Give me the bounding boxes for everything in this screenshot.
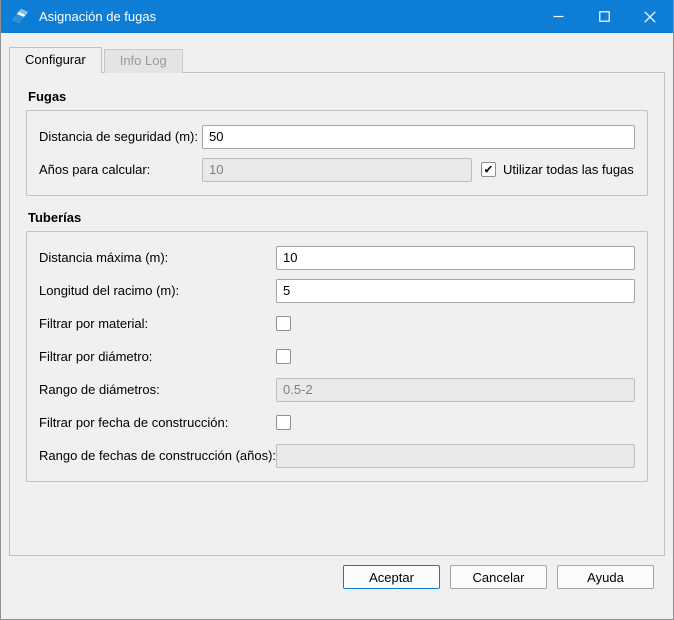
cancelar-button[interactable]: Cancelar bbox=[450, 565, 547, 589]
maximize-button[interactable] bbox=[581, 0, 627, 33]
minimize-button[interactable] bbox=[535, 0, 581, 33]
window-controls bbox=[535, 0, 673, 33]
anos-calcular-input bbox=[202, 158, 472, 182]
close-button[interactable] bbox=[627, 0, 673, 33]
minimize-icon bbox=[553, 11, 564, 22]
dialog-asignacion-de-fugas: Asignación de fugas Configurar I bbox=[0, 0, 674, 620]
row-filtrar-material: Filtrar por material: bbox=[39, 311, 635, 336]
rango-fechas-input bbox=[276, 444, 635, 468]
tab-bar: Configurar Info Log bbox=[9, 46, 665, 72]
distancia-maxima-input[interactable] bbox=[276, 246, 635, 270]
tab-configurar[interactable]: Configurar bbox=[9, 47, 102, 73]
row-distancia-seguridad: Distancia de seguridad (m): bbox=[39, 124, 635, 149]
filtrar-fecha-checkbox[interactable] bbox=[276, 415, 291, 430]
distancia-seguridad-label: Distancia de seguridad (m): bbox=[39, 129, 202, 144]
longitud-racimo-input[interactable] bbox=[276, 279, 635, 303]
utilizar-todas-checkbox[interactable]: ✔ bbox=[481, 162, 496, 177]
ayuda-button[interactable]: Ayuda bbox=[557, 565, 654, 589]
utilizar-todas-label: Utilizar todas las fugas bbox=[503, 162, 634, 177]
longitud-racimo-label: Longitud del racimo (m): bbox=[39, 283, 276, 298]
row-rango-fechas: Rango de fechas de construcción (años): bbox=[39, 443, 635, 468]
group-tuberias-title: Tuberías bbox=[28, 210, 648, 225]
titlebar: Asignación de fugas bbox=[1, 0, 673, 33]
row-filtrar-fecha: Filtrar por fecha de construcción: bbox=[39, 410, 635, 435]
tab-content: Fugas Distancia de seguridad (m): Años p… bbox=[9, 72, 665, 556]
filtrar-diametro-label: Filtrar por diámetro: bbox=[39, 349, 276, 364]
row-rango-diametros: Rango de diámetros: bbox=[39, 377, 635, 402]
dialog-button-row: Aceptar Cancelar Ayuda bbox=[1, 565, 673, 589]
group-tuberias: Tuberías Distancia máxima (m): Longitud … bbox=[26, 210, 648, 482]
anos-calcular-label: Años para calcular: bbox=[39, 162, 202, 177]
group-fugas-title: Fugas bbox=[28, 89, 648, 104]
checkmark-icon: ✔ bbox=[483, 163, 493, 175]
app-icon bbox=[9, 6, 31, 28]
maximize-icon bbox=[599, 11, 610, 22]
group-tuberias-box: Distancia máxima (m): Longitud del racim… bbox=[26, 231, 648, 482]
group-fugas: Fugas Distancia de seguridad (m): Años p… bbox=[26, 89, 648, 196]
row-anos-calcular: Años para calcular: ✔ Utilizar todas las… bbox=[39, 157, 635, 182]
aceptar-button[interactable]: Aceptar bbox=[343, 565, 440, 589]
filtrar-material-label: Filtrar por material: bbox=[39, 316, 276, 331]
row-filtrar-diametro: Filtrar por diámetro: bbox=[39, 344, 635, 369]
filtrar-diametro-checkbox[interactable] bbox=[276, 349, 291, 364]
rango-diametros-label: Rango de diámetros: bbox=[39, 382, 276, 397]
row-longitud-racimo: Longitud del racimo (m): bbox=[39, 278, 635, 303]
rango-fechas-label: Rango de fechas de construcción (años): bbox=[39, 448, 276, 463]
rango-diametros-input bbox=[276, 378, 635, 402]
distancia-seguridad-input[interactable] bbox=[202, 125, 635, 149]
group-fugas-box: Distancia de seguridad (m): Años para ca… bbox=[26, 110, 648, 196]
row-distancia-maxima: Distancia máxima (m): bbox=[39, 245, 635, 270]
filtrar-fecha-label: Filtrar por fecha de construcción: bbox=[39, 415, 276, 430]
tab-info-log[interactable]: Info Log bbox=[104, 49, 183, 73]
filtrar-material-checkbox[interactable] bbox=[276, 316, 291, 331]
close-icon bbox=[644, 11, 656, 23]
distancia-maxima-label: Distancia máxima (m): bbox=[39, 250, 276, 265]
window-title: Asignación de fugas bbox=[39, 9, 535, 24]
